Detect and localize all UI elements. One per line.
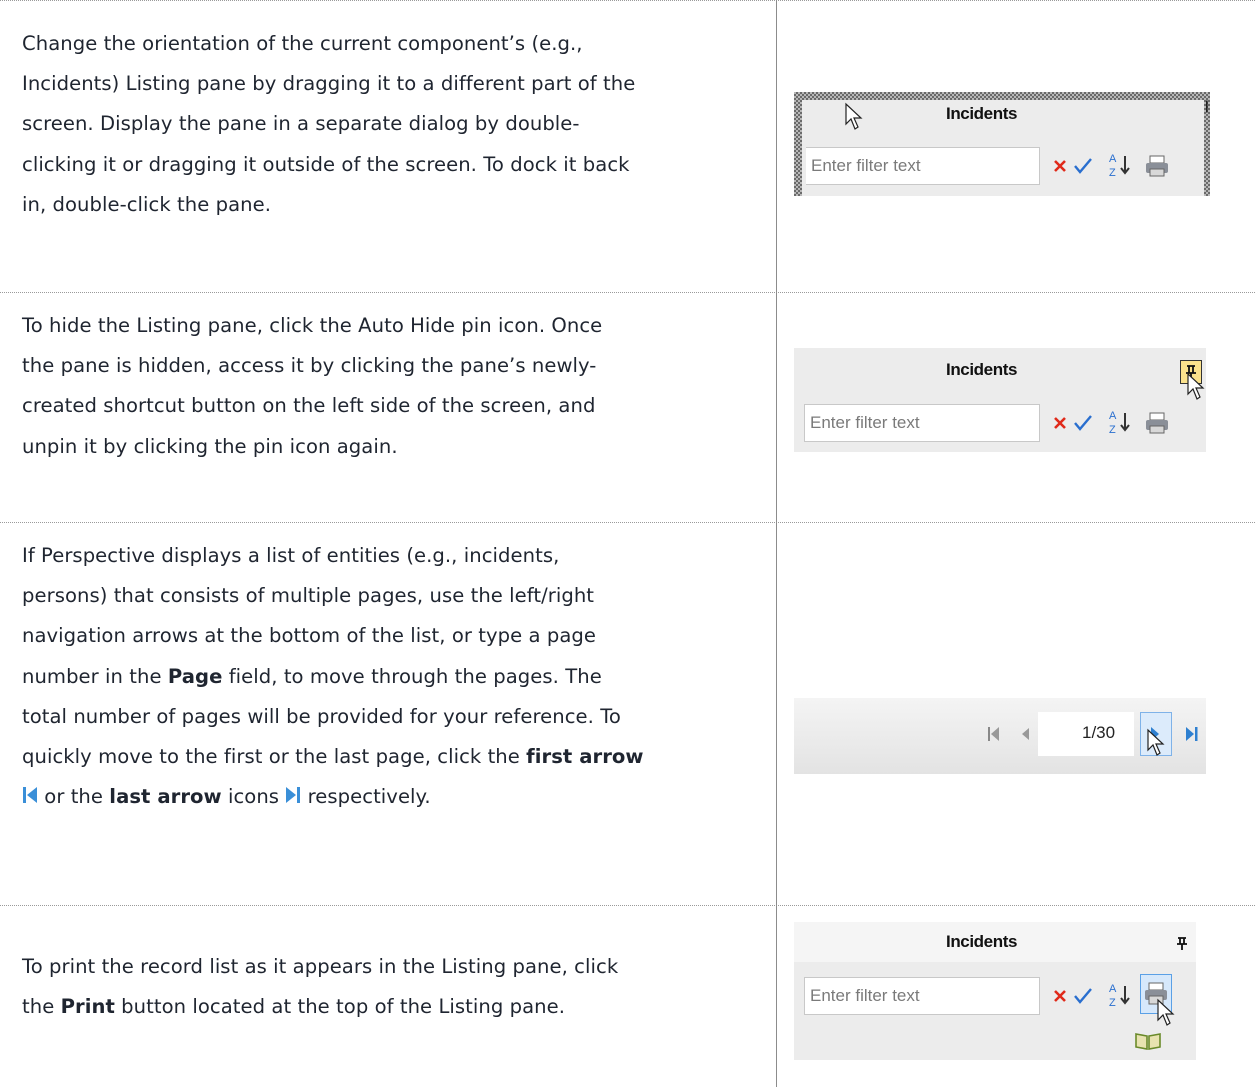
clear-filter-icon[interactable] — [1052, 415, 1068, 431]
text-line: To print the record list as it appears i… — [22, 955, 619, 978]
text-line: If Perspective displays a list of entiti… — [22, 544, 560, 567]
sort-az-icon[interactable]: AZ — [1107, 980, 1135, 1010]
print-label: Print — [60, 995, 115, 1019]
sort-az-icon[interactable]: AZ — [1107, 407, 1135, 437]
cursor-arrow-icon — [845, 102, 863, 130]
text-line: number in the Page field, to move throug… — [22, 664, 602, 688]
listing-pane-print[interactable]: Incidents Enter filter text AZ — [794, 922, 1196, 1060]
pane-title: Incidents — [946, 932, 1018, 951]
previous-page-icon[interactable] — [1018, 725, 1032, 743]
text-line: in, double-click the pane. — [22, 192, 272, 216]
first-page-icon[interactable] — [986, 725, 1002, 743]
row-divider — [0, 0, 1255, 1]
text-line: total number of pages will be provided f… — [22, 704, 621, 728]
text-line: Change the orientation of the current co… — [22, 32, 583, 55]
text-line: the Print button located at the top of t… — [22, 995, 566, 1019]
text-line: persons) that consists of multiple pages… — [22, 584, 595, 608]
row-3-text: If Perspective displays a list of entiti… — [22, 536, 762, 817]
row-divider — [0, 905, 1255, 906]
cursor-arrow-icon — [1187, 372, 1205, 400]
cursor-arrow-icon — [1157, 998, 1175, 1026]
text-line: navigation arrows at the bottom of the l… — [22, 624, 596, 648]
pane-title: Incidents — [946, 104, 1018, 123]
text-line: Incidents) Listing pane by dragging it t… — [22, 72, 636, 96]
row-1-text: Change the orientation of the current co… — [22, 24, 762, 225]
cursor-arrow-icon — [1147, 728, 1165, 756]
clear-filter-icon[interactable] — [1052, 158, 1068, 174]
print-icon[interactable] — [1144, 154, 1170, 178]
filter-input[interactable]: Enter filter text — [806, 147, 1040, 185]
svg-text:A: A — [1109, 410, 1117, 422]
column-divider — [776, 0, 777, 1087]
filter-input[interactable]: Enter filter text — [804, 977, 1040, 1015]
svg-text:A: A — [1109, 153, 1117, 165]
svg-text:A: A — [1109, 983, 1117, 995]
row-4-text: To print the record list as it appears i… — [22, 947, 762, 1027]
svg-text:Z: Z — [1109, 997, 1116, 1009]
pager: 1/30 — [794, 698, 1206, 774]
filter-input[interactable]: Enter filter text — [804, 404, 1040, 442]
pin-icon[interactable]: | — [1205, 98, 1209, 113]
row-2-text: To hide the Listing pane, click the Auto… — [22, 306, 762, 467]
clear-filter-icon[interactable] — [1052, 988, 1068, 1004]
page-input[interactable]: 1/30 — [1038, 712, 1134, 756]
last-page-icon — [286, 787, 301, 804]
text-line: or the last arrow icons respectively. — [22, 777, 762, 817]
svg-text:Z: Z — [1109, 424, 1116, 436]
pane-title: Incidents — [946, 360, 1018, 379]
text-line: unpin it by clicking the pin icon again. — [22, 434, 398, 458]
text-line: the pane is hidden, access it by clickin… — [22, 354, 597, 378]
apply-filter-icon[interactable] — [1072, 413, 1094, 433]
apply-filter-icon[interactable] — [1072, 986, 1094, 1006]
svg-text:Z: Z — [1109, 167, 1116, 179]
row-divider — [0, 292, 1255, 293]
text-line: clicking it or dragging it outside of th… — [22, 152, 630, 176]
text-line: To hide the Listing pane, click the Auto… — [22, 314, 603, 337]
pin-icon[interactable] — [1174, 934, 1190, 954]
help-book-icon — [1135, 1033, 1161, 1050]
first-arrow-label: first arrow — [526, 745, 644, 769]
print-icon[interactable] — [1144, 411, 1170, 435]
text-line: created shortcut button on the left side… — [22, 394, 596, 418]
apply-filter-icon[interactable] — [1072, 156, 1094, 176]
help-table: Change the orientation of the current co… — [0, 0, 1255, 1087]
listing-pane-pin[interactable]: Incidents Enter filter text AZ — [794, 348, 1206, 452]
listing-pane-drag[interactable]: Incidents | Enter filter text AZ — [802, 98, 1209, 196]
text-line: screen. Display the pane in a separate d… — [22, 112, 580, 136]
first-page-icon — [23, 787, 37, 804]
last-arrow-label: last arrow — [109, 785, 222, 809]
text-line: quickly move to the first or the last pa… — [22, 745, 644, 769]
page-field-label: Page — [167, 664, 223, 688]
sort-az-icon[interactable]: AZ — [1107, 150, 1135, 180]
page-value: 1/30 — [1082, 723, 1116, 742]
last-page-icon[interactable] — [1184, 725, 1200, 743]
row-divider — [0, 522, 1255, 523]
